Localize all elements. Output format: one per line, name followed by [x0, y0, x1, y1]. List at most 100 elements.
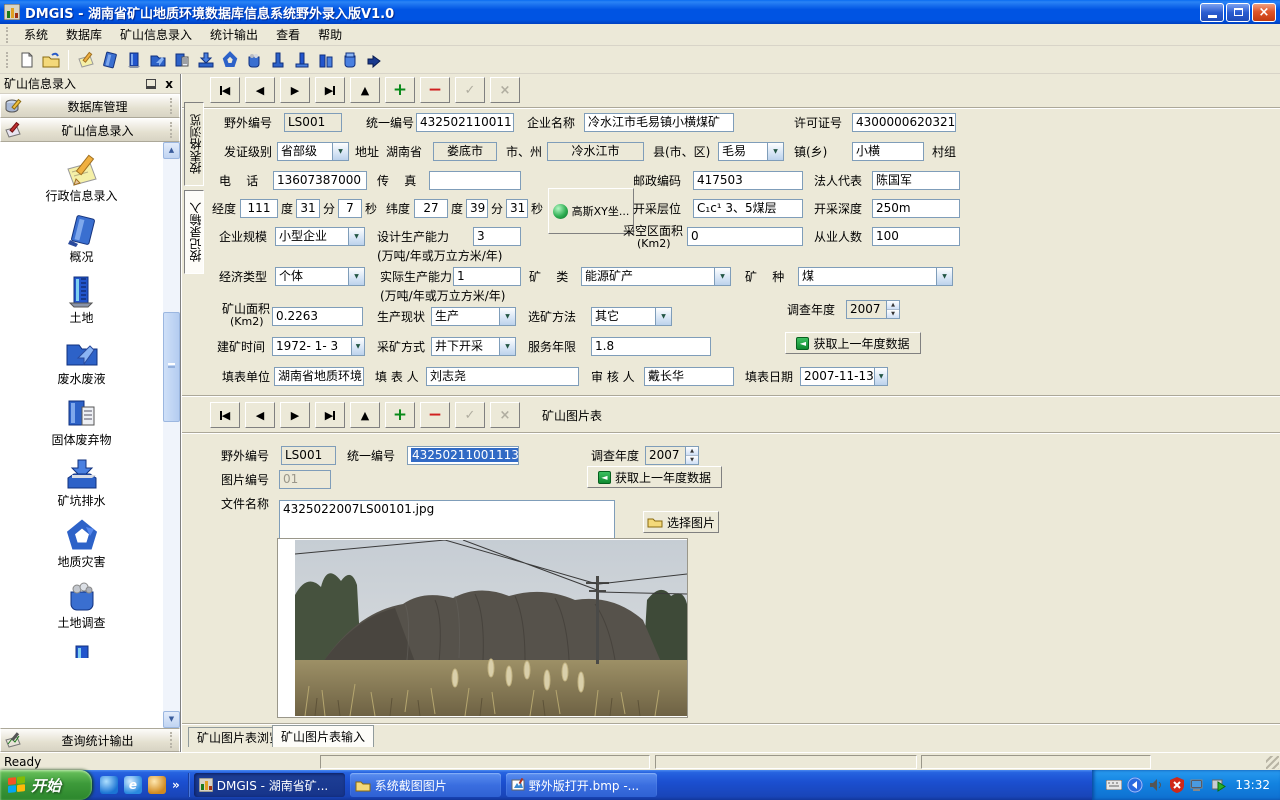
sidebar-item-land[interactable]: 土地: [27, 275, 137, 325]
sidebar-item-geo-hazard[interactable]: 地质灾害: [27, 519, 137, 569]
nav-last-button[interactable]: ▶: [315, 402, 345, 428]
phone-input[interactable]: 13607387000: [273, 171, 367, 190]
econ-select[interactable]: 个体▼: [275, 267, 365, 286]
legal-rep-input[interactable]: 陈国军: [872, 171, 960, 190]
lon-deg-input[interactable]: 111: [240, 199, 278, 218]
license-input[interactable]: 4300000620321: [852, 113, 956, 132]
keyboard-icon[interactable]: [1106, 777, 1122, 793]
prefecture-input[interactable]: 娄底市: [433, 142, 497, 161]
menu-help[interactable]: 帮助: [309, 23, 351, 46]
nav-cancel-button[interactable]: ×: [490, 77, 520, 103]
sidebar-item-pit-drainage[interactable]: 矿坑排水: [27, 458, 137, 508]
task-dmgis[interactable]: DMGIS - 湖南省矿...: [194, 773, 345, 797]
cert-level-select[interactable]: 省部级▼: [277, 142, 349, 161]
city-input[interactable]: 冷水江市: [547, 142, 644, 161]
vtab-record-input[interactable]: 按记录输入: [184, 190, 204, 274]
dropdown-arrow-icon[interactable]: ▼: [332, 143, 348, 160]
nav-add-button[interactable]: +: [385, 402, 415, 428]
photo-field-no-input[interactable]: LS001: [281, 446, 336, 465]
task-screenshots-folder[interactable]: 系统截图图片: [350, 773, 501, 797]
sidebar-item-land-survey[interactable]: 土地调查: [27, 580, 137, 630]
service-life-input[interactable]: 1.8: [591, 337, 711, 356]
start-button[interactable]: 开始: [0, 770, 92, 800]
outlook-icon[interactable]: [148, 776, 166, 794]
nav-first-button[interactable]: ◀: [210, 77, 240, 103]
dropdown-arrow-icon[interactable]: ▼: [348, 268, 364, 285]
admin-info-icon[interactable]: [74, 48, 98, 72]
dropdown-arrow-icon[interactable]: ▼: [499, 338, 515, 355]
town-input[interactable]: 小横: [852, 142, 924, 161]
menu-system[interactable]: 系统: [15, 23, 57, 46]
spinner-arrows-icon[interactable]: ▲▼: [886, 301, 899, 318]
dropdown-arrow-icon[interactable]: ▼: [936, 268, 952, 285]
gauss-xy-button[interactable]: 高斯XY坐...: [548, 188, 634, 234]
sidebar-item-overview[interactable]: 概况: [27, 214, 137, 264]
sidebar-item-solid-waste[interactable]: 固体废弃物: [27, 397, 137, 447]
nav-post-button[interactable]: ✓: [455, 402, 485, 428]
task-bmp-paint[interactable]: 野外版打开.bmp -...: [506, 773, 657, 797]
nav-next-button[interactable]: ▶: [280, 77, 310, 103]
sidebar-close-icon[interactable]: x: [162, 77, 176, 91]
nav-prev-button[interactable]: ◀: [245, 77, 275, 103]
filler-input[interactable]: 刘志尧: [426, 367, 579, 386]
lat-deg-input[interactable]: 27: [414, 199, 448, 218]
auditor-input[interactable]: 戴长华: [644, 367, 734, 386]
dropdown-arrow-icon[interactable]: ▼: [714, 268, 730, 285]
nav-post-button[interactable]: ✓: [455, 77, 485, 103]
photo-survey-year-spinner[interactable]: 2007▲▼: [645, 446, 699, 465]
workers-input[interactable]: 100: [872, 227, 960, 246]
buildings-icon[interactable]: [314, 48, 338, 72]
company-input[interactable]: 冷水江市毛易镇小横煤矿: [584, 113, 734, 132]
geo-hazard-icon[interactable]: [218, 48, 242, 72]
vtab-table-browse[interactable]: 按表格浏览: [184, 102, 204, 186]
network-icon[interactable]: [1190, 777, 1206, 793]
exit-arrow-icon[interactable]: [362, 48, 386, 72]
restore-button[interactable]: [1226, 3, 1250, 22]
sidebar-group-query-stats[interactable]: 查询统计输出: [0, 728, 180, 752]
dressing-select[interactable]: 其它▼: [591, 307, 672, 326]
nav-first-button[interactable]: ◀: [210, 402, 240, 428]
dropdown-arrow-icon[interactable]: ▼: [348, 228, 364, 245]
sidebar-item-wastewater[interactable]: 废水废液: [27, 336, 137, 386]
spinner-arrows-icon[interactable]: ▲▼: [685, 447, 698, 464]
new-file-icon[interactable]: [15, 48, 39, 72]
sidebar-scrollbar[interactable]: ▲ ▼: [163, 142, 180, 728]
strata-input[interactable]: C₁c¹ 3、5煤层: [693, 199, 803, 218]
menu-view[interactable]: 查看: [267, 23, 309, 46]
lat-sec-input[interactable]: 31: [506, 199, 528, 218]
menu-stats-output[interactable]: 统计输出: [201, 23, 267, 46]
volume-icon[interactable]: [1148, 777, 1164, 793]
archive-icon[interactable]: [338, 48, 362, 72]
county-select[interactable]: 毛易▼: [718, 142, 784, 161]
land-survey-icon[interactable]: [242, 48, 266, 72]
nav-up-button[interactable]: ▲: [350, 402, 380, 428]
messenger-icon[interactable]: [100, 776, 118, 794]
lat-min-input[interactable]: 39: [466, 199, 488, 218]
postcode-input[interactable]: 417503: [693, 171, 803, 190]
dropdown-arrow-icon[interactable]: ▼: [351, 338, 364, 355]
lon-sec-input[interactable]: 7: [338, 199, 362, 218]
update-icon[interactable]: [1211, 777, 1227, 793]
scroll-up-icon[interactable]: ▲: [163, 142, 180, 159]
nav-delete-button[interactable]: −: [420, 77, 450, 103]
fill-date-select[interactable]: 2007-11-13▼: [800, 367, 888, 386]
photo-no-input[interactable]: 01: [279, 470, 331, 489]
sidebar-item-partial[interactable]: [27, 644, 137, 658]
internet-explorer-icon[interactable]: e: [124, 776, 142, 794]
scroll-thumb[interactable]: [163, 312, 180, 422]
quick-launch-overflow-icon[interactable]: »: [172, 778, 180, 792]
goaf-input[interactable]: 0: [687, 227, 803, 246]
sidebar-group-database[interactable]: 数据库管理: [0, 94, 180, 118]
close-button[interactable]: ×: [1252, 3, 1276, 22]
pit-drainage-icon[interactable]: [194, 48, 218, 72]
nav-add-button[interactable]: +: [385, 77, 415, 103]
wastewater-icon[interactable]: [146, 48, 170, 72]
dropdown-arrow-icon[interactable]: ▼: [874, 368, 887, 385]
column-stats-icon[interactable]: [266, 48, 290, 72]
menu-database[interactable]: 数据库: [57, 23, 111, 46]
mine-kind-select[interactable]: 煤▼: [798, 267, 953, 286]
nav-prev-button[interactable]: ◀: [245, 402, 275, 428]
lon-min-input[interactable]: 31: [296, 199, 320, 218]
overview-icon[interactable]: [98, 48, 122, 72]
fill-unit-input[interactable]: 湖南省地质环境: [274, 367, 364, 386]
